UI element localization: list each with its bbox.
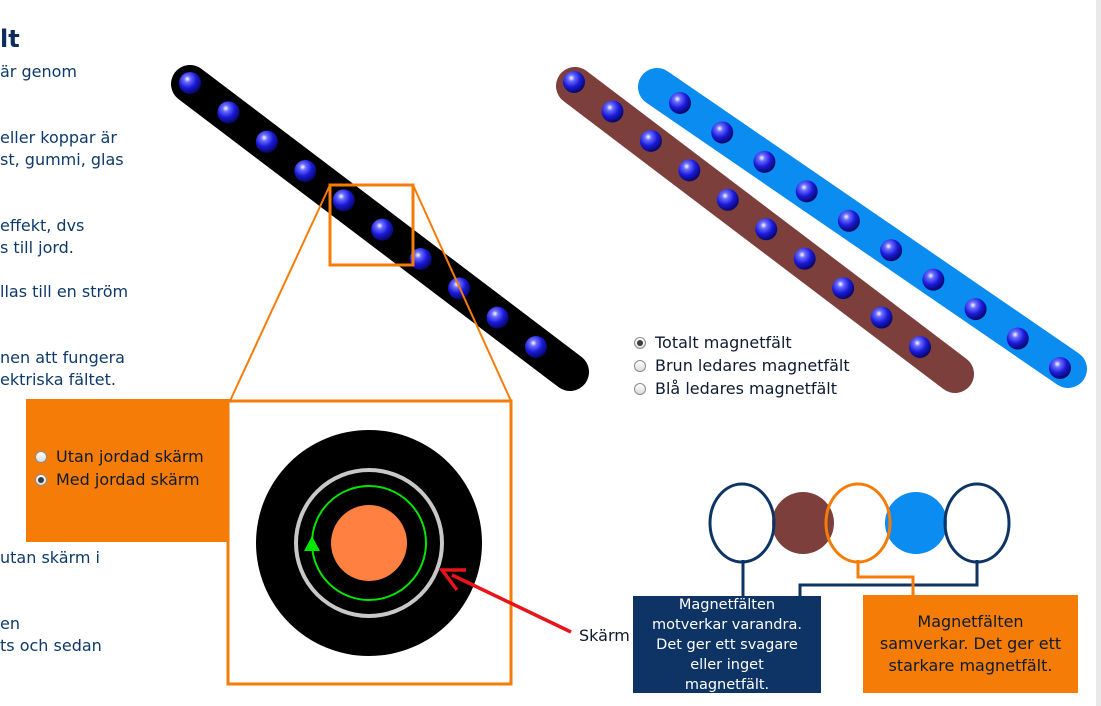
electron [711,121,734,144]
electron [832,277,855,300]
screen-label: Skärm [579,626,630,645]
electron [563,71,585,93]
radio-without-shield[interactable]: Utan jordad skärm [35,446,204,468]
radio-brown-field-label[interactable]: Brun ledares magnetfält [655,355,850,377]
electron [1006,327,1029,350]
blue-conductor-section [885,492,947,554]
radio-with-shield[interactable]: Med jordad skärm [35,469,200,491]
radio-blue-field[interactable]: Blå ledares magnetfält [634,378,837,400]
electron [880,239,903,262]
electron [669,92,691,114]
electron [525,336,547,358]
info-box-oppose: Magnetfälten motverkar varandra. Det ger… [633,596,821,693]
electron [793,247,816,270]
radio-blue-field-label[interactable]: Blå ledares magnetfält [655,378,837,400]
field-oval-right [943,482,1011,564]
electron [909,336,931,358]
info-cooperate-text: Magnetfälten samverkar. Det ger ett star… [879,612,1062,675]
info-box-cooperate: Magnetfälten samverkar. Det ger ett star… [863,595,1078,693]
radio-total-field-input[interactable] [634,337,646,349]
electron [837,209,860,232]
electron [332,189,355,212]
connector-cooperate [856,560,915,596]
radio-brown-field[interactable]: Brun ledares magnetfält [634,355,850,377]
field-oval-middle [824,482,892,564]
electron [795,180,818,203]
electron [753,150,776,173]
electron [294,160,317,182]
zoom-line-left [229,184,331,402]
radio-with-shield-input[interactable] [35,474,47,486]
radio-total-field[interactable]: Totalt magnetfält [634,332,792,354]
electron [870,306,893,329]
conductor-core [331,505,407,581]
electron [755,218,778,241]
info-oppose-text: Magnetfälten motverkar varandra. Det ger… [652,596,802,693]
electron [922,268,945,291]
electron [964,298,987,321]
electron [371,218,394,241]
electron [179,72,201,94]
electron [678,159,701,182]
electron [255,130,278,153]
radio-with-shield-label[interactable]: Med jordad skärm [56,469,200,491]
electron [1049,357,1071,379]
radio-without-shield-label[interactable]: Utan jordad skärm [56,446,204,468]
electron [639,129,662,152]
radio-total-field-label[interactable]: Totalt magnetfält [655,332,792,354]
vertical-scrollbar[interactable] [1096,0,1101,706]
electron [716,188,739,211]
radio-blue-field-input[interactable] [634,383,646,395]
radio-brown-field-input[interactable] [634,360,646,372]
radio-without-shield-input[interactable] [35,451,47,463]
field-oval-left [708,482,776,564]
electron [486,306,509,329]
electron [601,100,624,123]
electron [217,101,240,124]
